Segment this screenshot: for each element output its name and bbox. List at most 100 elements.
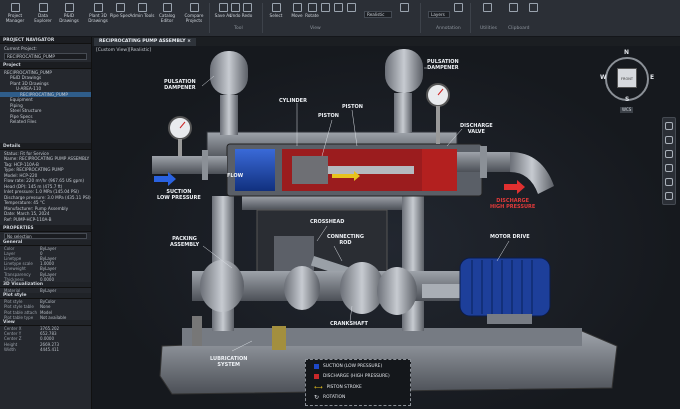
view-tool-1[interactable] <box>319 3 331 13</box>
compass-east[interactable]: E <box>650 74 654 81</box>
tree-item[interactable]: Related Files <box>0 119 91 125</box>
label-discharge-valve: DISCHARGE VALVE <box>460 123 493 135</box>
viewcube-face[interactable]: FRONT <box>617 68 637 88</box>
discharge-arrow <box>504 180 525 194</box>
stroke-arrow-icon: ⟷ <box>314 384 323 391</box>
redo-icon <box>242 3 252 12</box>
details-header: Details <box>0 142 91 150</box>
paste-button[interactable] <box>504 3 522 13</box>
plot-props: Plot style ByColor Plot style table None Plo… <box>0 299 91 320</box>
label-pulsation-dampener-left: PULSATION DAMPENER <box>164 79 196 91</box>
wcs-menu[interactable]: WCS <box>620 107 634 113</box>
view-group-label: View <box>310 26 321 31</box>
motor-fins <box>471 260 533 314</box>
compare-projects-button[interactable]: Compare Projects <box>180 3 208 23</box>
label-crosshead: CROSSHEAD <box>310 219 345 225</box>
label-pulsation-dampener-right: PULSATION DAMPENER <box>427 59 459 71</box>
compass-north[interactable]: N <box>624 49 629 56</box>
rotate-icon <box>307 3 317 12</box>
label-motor-drive: MOTOR DRIVE <box>490 234 530 240</box>
label-suction: SUCTION LOW PRESSURE <box>157 189 201 201</box>
selection-dropdown[interactable]: No selection <box>4 232 87 239</box>
bearing-left <box>200 260 244 312</box>
orbit-icon <box>320 3 330 12</box>
current-project-select[interactable]: RECIPROCATING_PUMP <box>4 52 87 60</box>
pump-render <box>152 49 618 395</box>
label-discharge: DISCHARGE HIGH PRESSURE <box>490 198 536 210</box>
label-piston-lower: PISTON <box>318 113 339 119</box>
view-tool-2[interactable] <box>332 3 344 13</box>
ribbon-separator <box>262 3 263 33</box>
dampener-right-neck <box>394 93 412 133</box>
data-explorer-button[interactable]: Data Explorer <box>29 3 57 23</box>
settings-icon[interactable] <box>665 192 673 200</box>
piston-head <box>292 156 328 184</box>
zoom-extents-icon[interactable] <box>665 164 673 172</box>
annotation-tool[interactable] <box>452 3 464 13</box>
tool-group-label: Tool <box>234 26 243 31</box>
suction-flange <box>202 150 208 180</box>
compass-west[interactable]: W <box>600 74 607 81</box>
legend-item-suction: SUCTION (LOW PRESSURE) <box>314 364 382 369</box>
property-value: 4445.411 <box>40 346 60 352</box>
clipboard-group-label: Clipboard <box>508 26 530 31</box>
compass-south[interactable]: S <box>625 96 629 103</box>
annotation-group-label: Annotation <box>436 26 461 31</box>
pan-icon[interactable] <box>665 150 673 158</box>
orbit-icon[interactable] <box>665 178 673 186</box>
catalog-editor-button[interactable]: Catalog Editor <box>153 3 181 23</box>
property-name: Width <box>4 346 16 352</box>
detail-line: Flow rate: 220 m³/hr (967.65 US gpm) <box>4 178 85 183</box>
label-connecting-rod: CONNECTING ROD <box>327 234 364 246</box>
label-cylinder: CYLINDER <box>279 98 307 104</box>
legend: SUCTION (LOW PRESSURE) DISCHARGE (HIGH P… <box>305 359 411 406</box>
label-lubrication-system: LUBRICATION SYSTEM <box>210 356 248 368</box>
admin-tools-icon <box>137 3 147 12</box>
model-viewport[interactable]: [Custom View][Realistic] PULSATION DAMPE… <box>92 46 680 409</box>
lube-filter <box>272 326 286 350</box>
suction-chamber <box>235 149 275 191</box>
view-tool-3[interactable] <box>345 3 357 13</box>
select-button[interactable]: Select <box>268 3 284 18</box>
base-top <box>182 328 582 346</box>
tab-reciprocating-pump[interactable]: RECIPROCATING PUMP ASSEMBLY × <box>94 38 197 46</box>
undo-icon <box>230 3 240 12</box>
viewcube[interactable]: FRONT N S E W WCS <box>600 49 660 113</box>
lights-button[interactable] <box>394 3 414 13</box>
project-navigator-header: PROJECT NAVIGATOR <box>0 37 91 44</box>
annotation-icon <box>453 3 463 12</box>
admin-tools-button[interactable]: Admin Tools <box>128 3 156 18</box>
clipboard-icon <box>508 3 518 12</box>
project-manager-icon <box>10 3 20 12</box>
motor-feet <box>487 314 532 324</box>
layers-dropdown[interactable]: Layers <box>428 11 450 18</box>
copy-button[interactable] <box>524 3 542 13</box>
tab-title: RECIPROCATING PUMP ASSEMBLY <box>99 39 186 44</box>
catalog-editor-icon <box>162 3 172 12</box>
close-icon[interactable]: × <box>187 39 191 44</box>
data-explorer-icon <box>38 3 48 12</box>
label-piston-upper: PISTON <box>342 104 363 110</box>
pid-drawings-button[interactable]: P&ID Drawings <box>55 3 83 23</box>
project-manager-button[interactable]: Project Manager <box>1 3 29 23</box>
view-props: Center X 3765.202 Center Y 652.783 Center Z0… <box>0 326 91 352</box>
gauge-left-stem <box>178 139 182 156</box>
pid-icon <box>64 3 74 12</box>
suction-pipe <box>152 156 227 174</box>
full-navigation-wheel-icon[interactable] <box>665 122 673 130</box>
home-icon[interactable] <box>665 136 673 144</box>
piston-rod <box>328 166 414 174</box>
label-flow: FLOW <box>227 173 244 179</box>
measure-button[interactable] <box>478 3 496 13</box>
cursor-icon <box>271 3 281 12</box>
visual-style-dropdown[interactable]: Realistic <box>364 11 392 18</box>
project-section-header: Project <box>0 61 91 69</box>
lube-line <box>192 316 202 346</box>
ribbon-separator <box>470 3 471 33</box>
property-value: Not available <box>40 314 67 320</box>
redo-button[interactable]: Redo <box>240 3 254 18</box>
dampener-left-dome <box>210 51 248 95</box>
property-row[interactable]: Width 4445.411 <box>0 347 91 352</box>
bearing-mid <box>284 266 320 310</box>
dampener-right-dome <box>385 49 423 93</box>
